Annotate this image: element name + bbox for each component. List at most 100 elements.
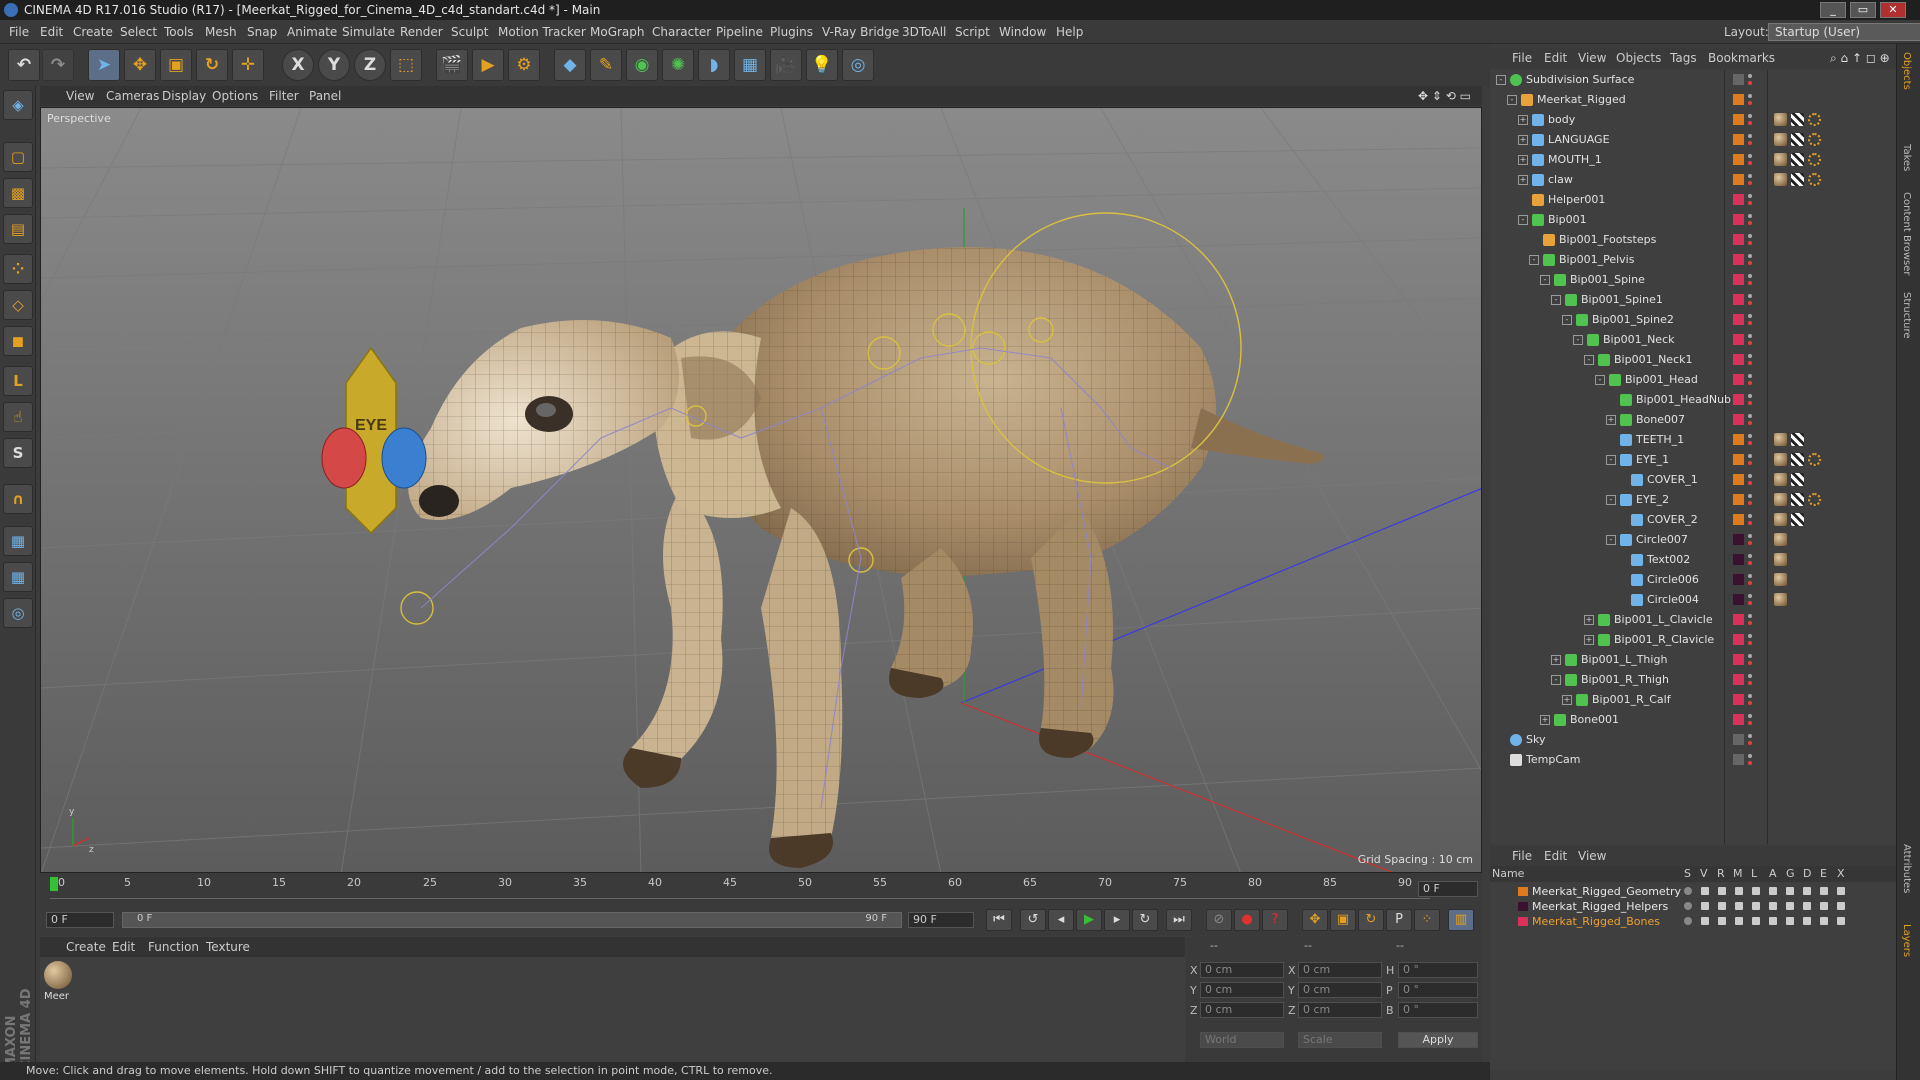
object-row[interactable]: Bip001_HeadNub [1490, 390, 1896, 410]
weight-tag-icon[interactable] [1808, 453, 1821, 466]
redo-icon[interactable]: ↷ [42, 49, 74, 81]
subdivision-surface-icon[interactable]: ◉ [626, 49, 658, 81]
object-name[interactable]: LANGUAGE [1548, 130, 1610, 150]
render-visibility-dot[interactable] [1748, 501, 1752, 505]
render-visibility-dot[interactable] [1748, 201, 1752, 205]
editor-visibility-dot[interactable] [1748, 694, 1752, 698]
weight-tag-icon[interactable] [1808, 173, 1821, 186]
object-name[interactable]: Bip001_Neck1 [1614, 350, 1693, 370]
editor-visibility-dot[interactable] [1748, 334, 1752, 338]
key-position-icon[interactable]: ✥ [1302, 909, 1328, 931]
layer-color-swatch[interactable] [1733, 314, 1744, 325]
object-name[interactable]: Subdivision Surface [1526, 70, 1634, 90]
expand-icon[interactable]: + [1584, 615, 1594, 625]
size-y-field[interactable]: 0 cm [1298, 982, 1382, 998]
om-search-icon[interactable]: ⌕ ⌂ ↑ ◻ ⊕ [1830, 51, 1890, 66]
editor-visibility-dot[interactable] [1748, 414, 1752, 418]
object-row[interactable]: + body [1490, 110, 1896, 130]
camera-icon[interactable]: 🎥 [770, 49, 802, 81]
tab-takes[interactable]: Takes [1901, 144, 1912, 171]
collapse-icon[interactable]: - [1551, 295, 1561, 305]
om-menu-view[interactable]: View [1578, 51, 1606, 65]
editor-visibility-dot[interactable] [1748, 474, 1752, 478]
layer-toggle-icon[interactable] [1803, 902, 1811, 910]
layer-toggle-icon[interactable] [1769, 887, 1777, 895]
object-name[interactable]: Bip001_HeadNub [1636, 390, 1731, 410]
tab-attributes[interactable]: Attributes [1901, 844, 1912, 893]
om-menu-edit[interactable]: Edit [1544, 51, 1567, 65]
editor-visibility-dot[interactable] [1748, 514, 1752, 518]
workplane-lock-icon[interactable]: ▦ [3, 526, 33, 556]
uvw-tag-icon[interactable] [1791, 173, 1804, 186]
collapse-icon[interactable]: - [1529, 255, 1539, 265]
object-name[interactable]: claw [1548, 170, 1573, 190]
layer-toggle-icon[interactable] [1769, 902, 1777, 910]
menu-animate[interactable]: Animate [287, 25, 337, 39]
layer-color-swatch[interactable] [1733, 454, 1744, 465]
texture-tag-icon[interactable] [1774, 493, 1787, 506]
object-row[interactable]: - Bip001_Neck1 [1490, 350, 1896, 370]
render-visibility-dot[interactable] [1748, 641, 1752, 645]
playhead[interactable] [50, 877, 58, 891]
edges-mode-icon[interactable]: ◇ [3, 290, 33, 320]
render-visibility-dot[interactable] [1748, 761, 1752, 765]
layer-color-swatch[interactable] [1733, 234, 1744, 245]
apply-button[interactable]: Apply [1398, 1032, 1478, 1048]
end-frame-field[interactable]: 90 F [908, 912, 974, 928]
editor-visibility-dot[interactable] [1748, 714, 1752, 718]
object-name[interactable]: Bip001_Spine2 [1592, 310, 1674, 330]
layer-toggle-icon[interactable] [1718, 887, 1726, 895]
uvw-tag-icon[interactable] [1791, 453, 1804, 466]
layer-toggle-icon[interactable] [1718, 917, 1726, 925]
render-visibility-dot[interactable] [1748, 481, 1752, 485]
render-visibility-dot[interactable] [1748, 421, 1752, 425]
layer-toggle-icon[interactable] [1820, 887, 1828, 895]
menu-file[interactable]: File [9, 25, 29, 39]
render-visibility-dot[interactable] [1748, 461, 1752, 465]
layer-name[interactable]: Meerkat_Rigged_Geometry [1532, 884, 1681, 899]
layer-toggle-icon[interactable] [1837, 887, 1845, 895]
layer-color-swatch[interactable] [1733, 434, 1744, 445]
render-visibility-dot[interactable] [1748, 521, 1752, 525]
viewport-menu-view[interactable]: View [66, 89, 94, 103]
layer-color-swatch[interactable] [1733, 374, 1744, 385]
menu-script[interactable]: Script [955, 25, 990, 39]
menu-mograph[interactable]: MoGraph [590, 25, 645, 39]
layer-toggle-icon[interactable] [1701, 887, 1709, 895]
object-row[interactable]: - Bip001_Pelvis [1490, 250, 1896, 270]
play-icon[interactable]: ▶ [1076, 909, 1102, 931]
expand-icon[interactable]: + [1518, 135, 1528, 145]
texture-tag-icon[interactable] [1774, 593, 1787, 606]
texture-tag-icon[interactable] [1774, 453, 1787, 466]
position-x-field[interactable]: 0 cm [1200, 962, 1284, 978]
render-visibility-dot[interactable] [1748, 141, 1752, 145]
next-key-icon[interactable]: ↻ [1132, 909, 1158, 931]
x-axis-lock-button[interactable]: X [282, 49, 314, 81]
spline-pen-icon[interactable]: ✎ [590, 49, 622, 81]
deformer-icon[interactable]: ◗ [698, 49, 730, 81]
layer-color-swatch[interactable] [1733, 674, 1744, 685]
render-visibility-dot[interactable] [1748, 121, 1752, 125]
menu-sculpt[interactable]: Sculpt [451, 25, 488, 39]
render-visibility-dot[interactable] [1748, 701, 1752, 705]
object-row[interactable]: Sky [1490, 730, 1896, 750]
render-visibility-dot[interactable] [1748, 721, 1752, 725]
editor-visibility-dot[interactable] [1748, 594, 1752, 598]
render-visibility-dot[interactable] [1748, 441, 1752, 445]
current-frame-field[interactable]: 0 F [1418, 881, 1478, 897]
position-z-field[interactable]: 0 cm [1200, 1002, 1284, 1018]
render-visibility-dot[interactable] [1748, 541, 1752, 545]
object-name[interactable]: Bip001_R_Clavicle [1614, 630, 1714, 650]
layer-color-swatch[interactable] [1733, 274, 1744, 285]
layer-menu-file[interactable]: File [1512, 849, 1532, 863]
layer-color-swatch[interactable] [1733, 194, 1744, 205]
layer-color-swatch[interactable] [1733, 554, 1744, 565]
grid-snap-icon[interactable]: ▦ [3, 562, 33, 592]
render-visibility-dot[interactable] [1748, 341, 1752, 345]
render-visibility-dot[interactable] [1748, 301, 1752, 305]
object-name[interactable]: EYE_2 [1636, 490, 1669, 510]
layer-toggle-icon[interactable] [1684, 917, 1692, 925]
render-settings-icon[interactable]: ⚙ [508, 49, 540, 81]
timeline-scheme-icon[interactable]: ▥ [1448, 909, 1474, 931]
live-selection-icon[interactable]: ➤ [88, 49, 120, 81]
